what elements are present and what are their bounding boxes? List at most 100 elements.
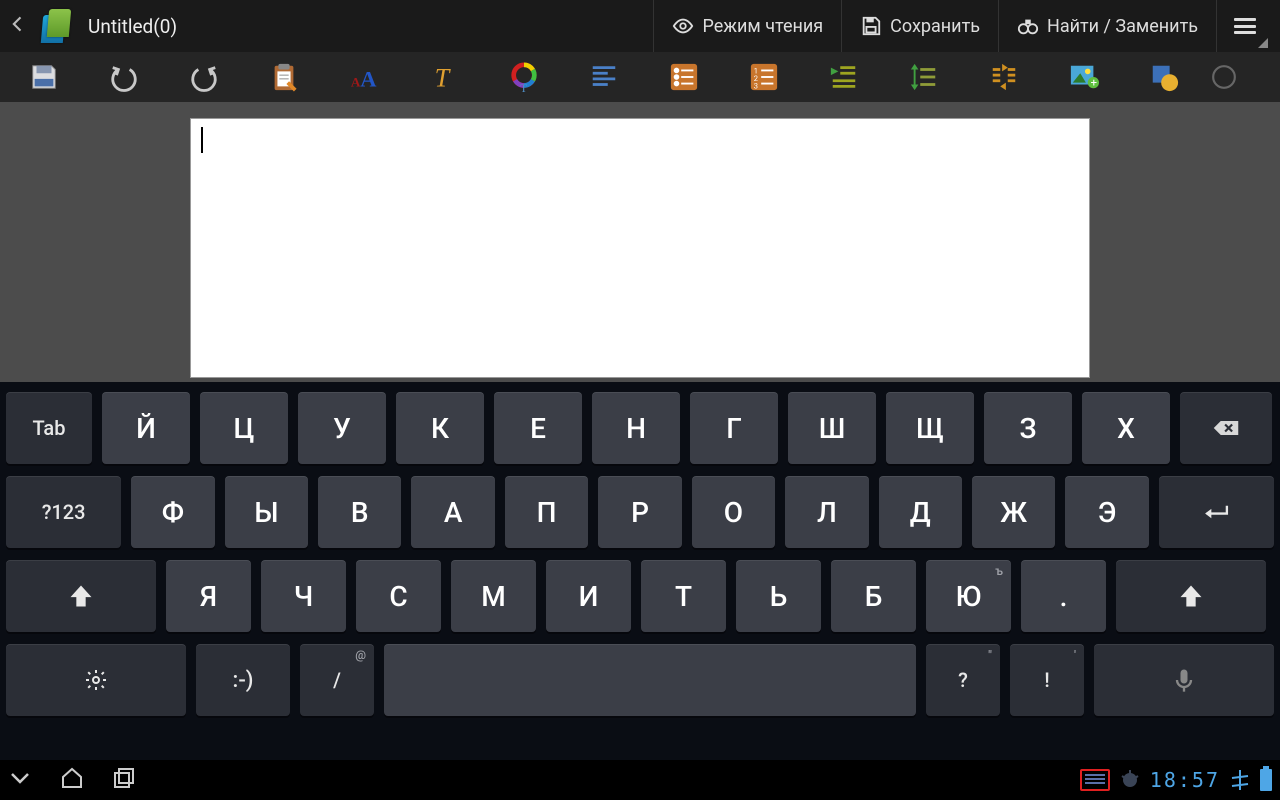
toolbar-font-button[interactable]: AA <box>324 52 404 102</box>
key-Н[interactable]: Н <box>592 392 680 464</box>
toolbar-line-spacing-button[interactable] <box>884 52 964 102</box>
binoculars-icon <box>1017 15 1039 37</box>
key-П[interactable]: П <box>505 476 588 548</box>
key-Л[interactable]: Л <box>785 476 868 548</box>
find-replace-button[interactable]: Найти / Заменить <box>998 0 1216 52</box>
key-У[interactable]: У <box>298 392 386 464</box>
key-Г[interactable]: Г <box>690 392 778 464</box>
key-Д[interactable]: Д <box>879 476 962 548</box>
toolbar-clipboard-button[interactable] <box>244 52 324 102</box>
toolbar-more-button[interactable] <box>1204 52 1244 102</box>
back-button[interactable] <box>8 14 28 38</box>
key-Ч[interactable]: Ч <box>261 560 346 632</box>
key-М[interactable]: М <box>451 560 536 632</box>
microphone-icon <box>1170 666 1198 694</box>
key-Ф[interactable]: Ф <box>131 476 214 548</box>
key-Х[interactable]: Х <box>1082 392 1170 464</box>
key-А[interactable]: А <box>411 476 494 548</box>
key-voice-input[interactable] <box>1094 644 1274 716</box>
status-area[interactable]: 18:57 <box>1080 768 1272 792</box>
key-Й[interactable]: Й <box>102 392 190 464</box>
shift-icon <box>1177 582 1205 610</box>
key-Ы[interactable]: Ы <box>225 476 308 548</box>
key-Э[interactable]: Э <box>1065 476 1148 548</box>
key-Е[interactable]: Е <box>494 392 582 464</box>
enter-icon <box>1202 498 1230 526</box>
key-numeric-mode[interactable]: ?123 <box>6 476 121 548</box>
key-Р[interactable]: Р <box>598 476 681 548</box>
key-Б[interactable]: Б <box>831 560 916 632</box>
recent-apps-icon <box>112 766 136 790</box>
toolbar-redo-button[interactable] <box>164 52 244 102</box>
svg-text:T: T <box>520 83 527 92</box>
overflow-menu-button[interactable] <box>1216 0 1272 52</box>
app-icon <box>36 9 70 43</box>
key-О[interactable]: О <box>692 476 775 548</box>
key-Ж[interactable]: Ж <box>972 476 1055 548</box>
key-Ц[interactable]: Ц <box>200 392 288 464</box>
nav-recent[interactable] <box>112 766 136 794</box>
read-mode-button[interactable]: Режим чтения <box>653 0 841 52</box>
app-bar: Untitled(0) Режим чтения Сохранить Найти… <box>0 0 1280 52</box>
document-viewport[interactable] <box>0 102 1280 382</box>
key-З[interactable]: З <box>984 392 1072 464</box>
toolbar-bullets-button[interactable] <box>644 52 724 102</box>
columns-icon <box>989 62 1019 92</box>
battery-icon <box>1260 769 1272 791</box>
toolbar-numbering-button[interactable]: 123 <box>724 52 804 102</box>
system-nav-bar: 18:57 <box>0 760 1280 800</box>
status-clock: 18:57 <box>1150 768 1220 792</box>
color-ring-icon: T <box>509 62 539 92</box>
key-enter[interactable] <box>1159 476 1274 548</box>
nav-home[interactable] <box>60 766 84 794</box>
key-settings[interactable] <box>6 644 186 716</box>
line-spacing-icon <box>909 62 939 92</box>
document-page[interactable] <box>190 118 1090 378</box>
airplane-mode-icon <box>1228 768 1252 792</box>
format-toolbar: AA T T 123 + <box>0 52 1280 102</box>
redo-icon <box>189 62 219 92</box>
key-С[interactable]: С <box>356 560 441 632</box>
toolbar-style-button[interactable]: T <box>404 52 484 102</box>
svg-text:3: 3 <box>754 81 758 90</box>
key-space[interactable] <box>384 644 916 716</box>
eye-icon <box>672 15 694 37</box>
toolbar-indent-button[interactable] <box>804 52 884 102</box>
floppy-icon <box>860 15 882 37</box>
key-В[interactable]: В <box>318 476 401 548</box>
gear-icon <box>84 668 108 692</box>
key-slash[interactable]: /@ <box>300 644 374 716</box>
key-.[interactable]: . <box>1021 560 1106 632</box>
key-Ь[interactable]: Ь <box>736 560 821 632</box>
usb-debug-icon <box>1118 768 1142 792</box>
key-Щ[interactable]: Щ <box>886 392 974 464</box>
toolbar-save-button[interactable] <box>4 52 84 102</box>
picture-icon: + <box>1069 62 1099 92</box>
nav-hide-keyboard[interactable] <box>8 766 32 794</box>
toolbar-text-color-button[interactable]: T <box>484 52 564 102</box>
toolbar-columns-button[interactable] <box>964 52 1044 102</box>
svg-text:A: A <box>360 66 377 91</box>
key-shift-right[interactable] <box>1116 560 1266 632</box>
toolbar-shape-button[interactable] <box>1124 52 1204 102</box>
key-emoji[interactable]: :-) <box>196 644 290 716</box>
toolbar-insert-image-button[interactable]: + <box>1044 52 1124 102</box>
key-question[interactable]: ?" <box>926 644 1000 716</box>
key-backspace[interactable] <box>1180 392 1272 464</box>
keyboard-indicator-icon <box>1080 769 1110 791</box>
key-Я[interactable]: Я <box>166 560 251 632</box>
key-И[interactable]: И <box>546 560 631 632</box>
key-exclaim[interactable]: !' <box>1010 644 1084 716</box>
key-Т[interactable]: Т <box>641 560 726 632</box>
bullets-icon <box>669 62 699 92</box>
key-К[interactable]: К <box>396 392 484 464</box>
key-Ю[interactable]: Юъ <box>926 560 1011 632</box>
toolbar-undo-button[interactable] <box>84 52 164 102</box>
shift-icon <box>67 582 95 610</box>
key-Ш[interactable]: Ш <box>788 392 876 464</box>
home-icon <box>60 766 84 790</box>
toolbar-align-button[interactable] <box>564 52 644 102</box>
save-button[interactable]: Сохранить <box>841 0 998 52</box>
key-shift-left[interactable] <box>6 560 156 632</box>
key-tab[interactable]: Tab <box>6 392 92 464</box>
